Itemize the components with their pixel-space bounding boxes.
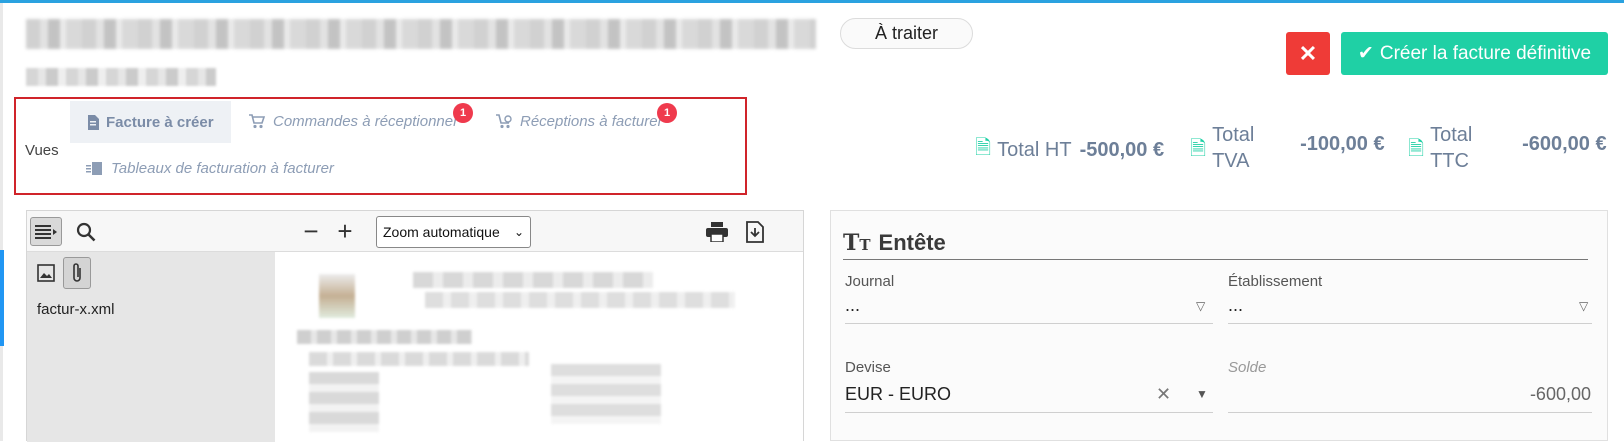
- zoom-in-button[interactable]: +: [331, 216, 359, 246]
- clear-icon[interactable]: ✕: [1156, 384, 1171, 405]
- dollar-document-icon: 🗎: [1190, 138, 1207, 160]
- field-underline: [1228, 323, 1592, 324]
- attachments-button[interactable]: [63, 257, 91, 289]
- devise-select[interactable]: EUR - EURO: [845, 384, 951, 405]
- print-icon: [706, 221, 728, 242]
- notification-badge: 1: [657, 103, 677, 123]
- total-ttc-value: -600,00 €: [1522, 133, 1607, 155]
- minus-icon: −: [303, 216, 319, 246]
- table-invoice-icon: [86, 162, 102, 175]
- chevron-down-icon: ⌄: [513, 225, 524, 239]
- thumbnails-button[interactable]: [35, 262, 57, 284]
- tab-label: Commandes à réceptionner: [273, 113, 459, 130]
- search-icon: [76, 222, 96, 241]
- zoom-select[interactable]: Zoom automatique ⌄: [376, 216, 531, 248]
- text-format-icon: TT: [843, 229, 871, 256]
- redacted-page-title: [26, 19, 816, 49]
- create-final-invoice-label: Créer la facture définitive: [1379, 42, 1592, 64]
- field-underline: [1228, 412, 1592, 413]
- document-icon: [88, 114, 99, 130]
- tab-label: Tableaux de facturation à facturer: [111, 160, 334, 177]
- total-ttc: 🗎 Total TTC -600,00 €: [1408, 122, 1607, 174]
- status-badge: À traiter: [840, 18, 973, 49]
- total-tva: 🗎 Total TVA -100,00 €: [1190, 122, 1385, 174]
- cancel-button[interactable]: ✕: [1286, 32, 1330, 75]
- views-label: Vues: [25, 142, 59, 159]
- sidebar-toggle-icon: [35, 224, 57, 239]
- total-ht: 🗎 Total HT -500,00 €: [975, 133, 1164, 167]
- solde-label: Solde: [1228, 359, 1267, 376]
- etablissement-select[interactable]: ...: [1228, 295, 1243, 316]
- tab-label: Facture à créer: [106, 113, 214, 131]
- close-icon: ✕: [1298, 40, 1318, 66]
- left-edge: [0, 3, 3, 441]
- chevron-down-icon[interactable]: ▽: [1196, 299, 1205, 313]
- document-icon: 🗎: [975, 137, 992, 159]
- image-icon: [37, 264, 55, 282]
- tab-label: Réceptions à facturer: [520, 113, 663, 130]
- redacted-text: [309, 352, 529, 366]
- journal-select[interactable]: ...: [845, 295, 860, 316]
- top-accent-line: [0, 0, 1624, 3]
- viewer-toolbar: − + Zoom automatique ⌄: [27, 211, 803, 252]
- total-ht-label: Total HT: [997, 138, 1072, 161]
- attachment-file[interactable]: factur-x.xml: [37, 301, 115, 318]
- total-ht-value: -500,00 €: [1079, 138, 1165, 161]
- notification-badge: 1: [453, 103, 473, 123]
- solde-value: -600,00: [1529, 384, 1591, 404]
- cart-icon: [496, 114, 512, 129]
- journal-label: Journal: [845, 273, 895, 290]
- paperclip-icon: [73, 263, 81, 282]
- sidebar-toggle-button[interactable]: [30, 217, 62, 246]
- total-ttc-label: Total TTC: [1430, 124, 1473, 172]
- tab-receptions-a-facturer[interactable]: Réceptions à facturer: [495, 113, 663, 130]
- caret-down-icon[interactable]: ▼: [1196, 387, 1208, 401]
- redacted-text: [297, 330, 472, 344]
- field-underline: [845, 412, 1213, 413]
- devise-label: Devise: [845, 359, 891, 376]
- total-tva-value: -100,00 €: [1300, 133, 1385, 155]
- tab-tableaux-de-facturation[interactable]: Tableaux de facturation à facturer: [86, 160, 334, 177]
- etablissement-label: Établissement: [1228, 273, 1323, 290]
- download-button[interactable]: [741, 217, 769, 246]
- document-icon: 🗎: [1408, 138, 1425, 160]
- redacted-text: [309, 372, 379, 432]
- pdf-viewer: − + Zoom automatique ⌄ factur-x.xml: [26, 210, 804, 442]
- total-tva-label: Total TVA: [1212, 124, 1255, 172]
- header-form: TT Entête Journal ... ▽ Établissement ..…: [830, 210, 1608, 441]
- redacted-text: [551, 364, 661, 424]
- form-title-text: Entête: [878, 229, 946, 255]
- zoom-select-value: Zoom automatique: [383, 224, 500, 240]
- redacted-subtitle: [26, 68, 216, 86]
- tab-commandes-a-receptionner[interactable]: Commandes à réceptionner: [248, 113, 458, 130]
- viewer-sidebar: factur-x.xml: [27, 252, 275, 442]
- left-active-indicator: [0, 250, 4, 346]
- redacted-text: [413, 272, 653, 288]
- field-underline: [845, 323, 1213, 324]
- download-icon: [746, 220, 764, 243]
- plus-icon: +: [337, 216, 353, 246]
- redacted-logo: [319, 274, 355, 318]
- create-final-invoice-button[interactable]: ✔ Créer la facture définitive: [1341, 32, 1608, 75]
- chevron-down-icon[interactable]: ▽: [1579, 299, 1588, 313]
- print-button[interactable]: [703, 217, 731, 246]
- search-button[interactable]: [71, 217, 101, 246]
- redacted-text: [425, 292, 735, 308]
- form-title: TT Entête: [843, 226, 1588, 260]
- check-icon: ✔: [1357, 43, 1374, 64]
- zoom-out-button[interactable]: −: [297, 216, 325, 246]
- truck-icon: [249, 114, 266, 129]
- tab-facture-a-creer[interactable]: Facture à créer: [70, 101, 231, 143]
- pdf-page: [275, 252, 803, 442]
